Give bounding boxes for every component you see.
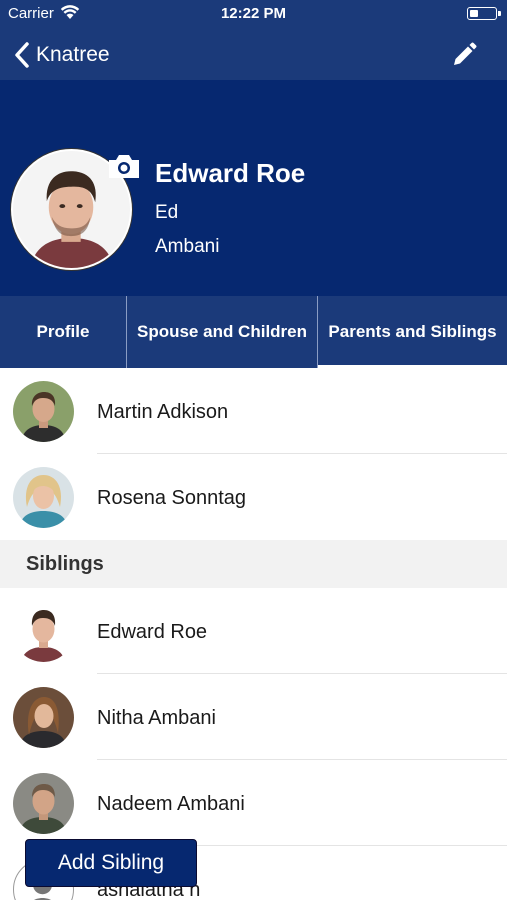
- avatar: [13, 601, 74, 662]
- camera-icon[interactable]: [105, 151, 143, 181]
- pencil-icon[interactable]: [449, 40, 479, 70]
- back-button[interactable]: Knatree: [12, 38, 110, 72]
- list-item[interactable]: Edward Roe: [0, 588, 507, 674]
- section-title: Siblings: [26, 553, 104, 575]
- list-item[interactable]: Nadeem Ambani: [0, 760, 507, 846]
- list-item[interactable]: Rosena Sonntag: [0, 454, 507, 540]
- avatar: [13, 773, 74, 834]
- relative-name: Rosena Sonntag: [97, 487, 247, 509]
- list-item[interactable]: Nitha Ambani: [0, 674, 507, 760]
- tab-profile-label: Profile: [36, 322, 90, 341]
- avatar: [13, 687, 74, 748]
- tab-profile[interactable]: Profile: [0, 296, 127, 368]
- profile-name: Edward Roe: [155, 158, 306, 188]
- profile-surname: Ambani: [155, 236, 220, 257]
- profile-avatar-wrap: [11, 149, 139, 270]
- chevron-left-icon: [15, 42, 29, 68]
- relative-name: Edward Roe: [97, 621, 208, 643]
- status-bar: Carrier 12:22 PM: [0, 0, 507, 30]
- relative-name: Nitha Ambani: [97, 707, 216, 729]
- battery-icon: [467, 7, 501, 20]
- tab-parents-and-siblings[interactable]: Parents and Siblings: [318, 296, 507, 368]
- tab-bar: Profile Spouse and Children Parents and …: [0, 296, 507, 368]
- profile-nickname: Ed: [155, 202, 179, 223]
- list-item[interactable]: Martin Adkison: [0, 368, 507, 454]
- back-label: Knatree: [36, 43, 110, 66]
- section-header-siblings: Siblings: [0, 540, 507, 588]
- relative-name: Martin Adkison: [97, 401, 229, 423]
- avatar: [13, 467, 74, 528]
- avatar: [13, 381, 74, 442]
- tab-spouse-and-children[interactable]: Spouse and Children: [127, 296, 318, 368]
- tab-spouse-label: Spouse and Children: [136, 322, 308, 341]
- clock: 12:22 PM: [220, 5, 287, 22]
- tab-parents-label: Parents and Siblings: [328, 322, 497, 341]
- relative-name: Nadeem Ambani: [97, 793, 245, 815]
- add-sibling-button[interactable]: Add Sibling: [25, 839, 197, 887]
- profile-header: Edward Roe Ed Ambani: [0, 80, 507, 296]
- relatives-list: Martin Adkison Rosena Sonntag Siblings E…: [0, 368, 507, 900]
- nav-bar: Knatree: [0, 30, 507, 80]
